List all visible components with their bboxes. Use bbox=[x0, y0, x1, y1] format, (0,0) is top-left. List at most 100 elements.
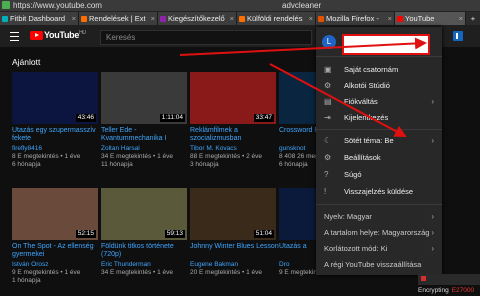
video-channel[interactable]: István Orosz bbox=[12, 261, 48, 268]
menu-icon[interactable] bbox=[10, 32, 19, 41]
switch-account-icon: ▤ bbox=[324, 97, 332, 106]
feedback-icon: ! bbox=[324, 187, 327, 196]
close-icon[interactable]: × bbox=[230, 12, 234, 25]
video-title[interactable]: Johnny Winter Blues Lesson bbox=[190, 243, 282, 251]
video-title[interactable]: Földünk titkos története (720p) bbox=[101, 243, 193, 259]
tab-label: Kiegészítőkezelő bbox=[168, 14, 225, 23]
menu-setting-item[interactable]: A régi YouTube visszaállítása bbox=[316, 258, 442, 272]
menu-item[interactable]: ? Súgó bbox=[316, 168, 442, 182]
firefox-icon bbox=[318, 16, 324, 22]
account-header: L bbox=[316, 27, 442, 57]
chevron-right-icon: › bbox=[431, 97, 434, 106]
video-channel[interactable]: Zoltan Harsal bbox=[101, 145, 140, 152]
new-tab-button[interactable]: + bbox=[466, 12, 480, 25]
tab-fitbit[interactable]: Fitbit Dashboard × bbox=[0, 12, 79, 25]
menu-item-label: A tartalom helye: Magyarország bbox=[324, 228, 430, 237]
video-thumbnail[interactable]: 43:46 bbox=[12, 72, 98, 124]
video-thumbnail[interactable]: 1:11:04 bbox=[101, 72, 187, 124]
menu-item-label: Sötét téma: Be bbox=[344, 136, 394, 145]
video-card[interactable]: 33:47 Reklámfilmek a szocializmusban Tibor… bbox=[190, 72, 276, 172]
person-icon: ▣ bbox=[324, 65, 332, 74]
tab-label: Rendelések | Ext bbox=[89, 14, 146, 23]
tab-youtube[interactable]: YouTube × bbox=[395, 12, 466, 25]
account-name-redacted bbox=[342, 34, 430, 55]
menu-item-label: A régi YouTube visszaállítása bbox=[324, 260, 422, 269]
tab-rendelesek[interactable]: Rendelések | Ext × bbox=[79, 12, 158, 25]
chevron-right-icon: › bbox=[431, 228, 434, 237]
video-thumbnail[interactable]: 33:47 bbox=[190, 72, 276, 124]
divider bbox=[316, 204, 442, 205]
video-views: 9 E megtekintés • 1 éve bbox=[12, 269, 81, 276]
video-date: 1 hónapja bbox=[12, 277, 41, 284]
video-title[interactable]: Utazás egy szupermasszív fekete bbox=[12, 127, 104, 143]
video-date: 11 hónapja bbox=[101, 161, 133, 168]
video-title[interactable]: Reklámfilmek a szocializmusban bbox=[190, 127, 282, 143]
menu-item-label: Korlátozott mód: Ki bbox=[324, 244, 388, 253]
address-bar[interactable]: https://www.youtube.com advcleaner bbox=[0, 0, 480, 12]
video-channel[interactable]: gunsknot bbox=[279, 145, 305, 152]
menu-item-label: Alkotói Stúdió bbox=[344, 81, 390, 90]
youtube-logo-icon[interactable] bbox=[30, 31, 43, 40]
video-channel[interactable]: Dro bbox=[279, 261, 289, 268]
tab-label: YouTube bbox=[405, 14, 435, 23]
menu-item[interactable]: ⇥ Kijelentkezés bbox=[316, 111, 442, 125]
menu-item[interactable]: ☾ Sötét téma: Be › bbox=[316, 134, 442, 148]
menu-item[interactable]: ▤ Fiókváltás › bbox=[316, 95, 442, 109]
video-card[interactable]: 59:13 Földünk titkos története (720p) Eric… bbox=[101, 188, 187, 288]
search-input[interactable]: Keresés bbox=[100, 30, 312, 45]
tab-addons[interactable]: Kiegészítőkezelő × bbox=[158, 12, 237, 25]
tab-bar: Fitbit Dashboard × Rendelések | Ext × Kieg… bbox=[0, 12, 480, 25]
avatar[interactable]: L bbox=[322, 35, 336, 49]
section-title: Ajánlott bbox=[12, 57, 41, 67]
video-thumbnail[interactable]: 51:04 bbox=[190, 188, 276, 240]
fitbit-icon bbox=[2, 16, 8, 22]
orders-icon bbox=[239, 16, 245, 22]
tab-label: Fitbit Dashboard bbox=[10, 14, 66, 23]
gear-icon: ⚙ bbox=[324, 81, 332, 90]
close-icon[interactable]: × bbox=[72, 12, 76, 25]
video-channel[interactable]: Eric Thunderman bbox=[101, 261, 151, 268]
video-date: 3 hónapja bbox=[190, 161, 219, 168]
close-icon[interactable]: × bbox=[388, 12, 392, 25]
video-thumbnail[interactable]: 59:13 bbox=[101, 188, 187, 240]
video-title[interactable]: On The Spot - Az ellenség gyermekei bbox=[12, 243, 104, 259]
menu-item-label: Beállítások bbox=[344, 153, 381, 162]
menu-item[interactable]: ! Visszajelzés küldése bbox=[316, 185, 442, 199]
video-card[interactable]: 43:46 Utazás egy szupermasszív fekete fire… bbox=[12, 72, 98, 172]
video-card[interactable]: 52:15 On The Spot - Az ellenség gyermekei… bbox=[12, 188, 98, 288]
video-duration: 33:47 bbox=[253, 114, 274, 122]
video-views: 34 E megtekintés • 1 éve bbox=[101, 153, 174, 160]
menu-item[interactable]: ▣ Saját csatornám bbox=[316, 63, 442, 77]
url-text[interactable]: https://www.youtube.com bbox=[13, 0, 102, 11]
video-channel[interactable]: firefly8416 bbox=[12, 145, 42, 152]
video-card[interactable]: 51:04 Johnny Winter Blues Lesson Eugene Ba… bbox=[190, 188, 279, 288]
menu-item-label: Kijelentkezés bbox=[344, 113, 389, 122]
menu-item[interactable]: ⚙ Beállítások bbox=[316, 151, 442, 165]
youtube-logo-text[interactable]: YouTubeHU bbox=[44, 30, 86, 40]
chevron-right-icon: › bbox=[431, 136, 434, 145]
video-views: 20 E megtekintés • 1 éve bbox=[190, 269, 263, 276]
menu-setting-item[interactable]: Korlátozott mód: Ki › bbox=[316, 242, 442, 256]
video-thumbnail[interactable]: 52:15 bbox=[12, 188, 98, 240]
tab-firefox[interactable]: Mozilla Firefox - × bbox=[316, 12, 395, 25]
video-duration: 1:11:04 bbox=[159, 114, 185, 122]
video-channel[interactable]: Eugene Bakman bbox=[190, 261, 238, 268]
video-card[interactable]: 1:11:04 Teller Ede - Kvantummechanika I Zo… bbox=[101, 72, 187, 172]
close-icon[interactable]: × bbox=[459, 12, 463, 25]
video-date: 6 hónapja bbox=[12, 161, 41, 168]
tab-kulfoldi[interactable]: Külföldi rendelés × bbox=[237, 12, 316, 25]
account-avatar-button[interactable] bbox=[453, 31, 463, 41]
tab-label: Külföldi rendelés bbox=[247, 14, 303, 23]
tab-label: Mozilla Firefox - bbox=[326, 14, 379, 23]
account-menu: L ▣ Saját csatornám ⚙ Alkotói Stúdió ▤ Fiókvá… bbox=[316, 27, 442, 275]
close-icon[interactable]: × bbox=[151, 12, 155, 25]
extension-label[interactable]: advcleaner bbox=[282, 0, 321, 11]
close-icon[interactable]: × bbox=[309, 12, 313, 25]
video-title[interactable]: Teller Ede - Kvantummechanika I bbox=[101, 127, 193, 143]
menu-setting-item[interactable]: A tartalom helye: Magyarország › bbox=[316, 226, 442, 240]
menu-item-label: Visszajelzés küldése bbox=[344, 187, 414, 196]
video-channel[interactable]: Tibor M. Kovacs bbox=[190, 145, 237, 152]
menu-item[interactable]: ⚙ Alkotói Stúdió bbox=[316, 79, 442, 93]
menu-setting-item[interactable]: Nyelv: Magyar › bbox=[316, 210, 442, 224]
encryption-status: Encrypting E27000 bbox=[418, 274, 480, 294]
